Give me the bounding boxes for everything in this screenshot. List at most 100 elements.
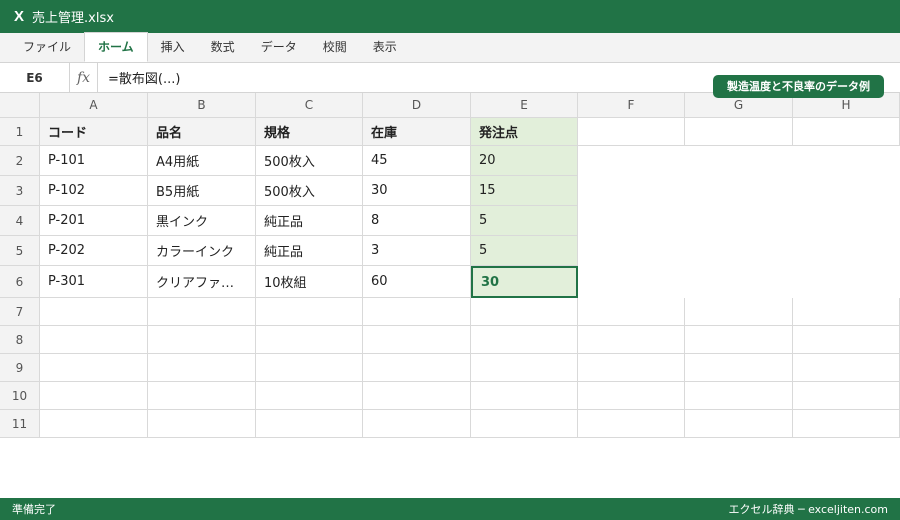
cell-E4[interactable]: 5 xyxy=(471,206,578,236)
cell-A3[interactable]: P-102 xyxy=(40,176,148,206)
cell-A2[interactable]: P-101 xyxy=(40,146,148,176)
cell-D6[interactable]: 60 xyxy=(363,266,471,298)
cell-C4[interactable]: 純正品 xyxy=(256,206,363,236)
row-header-6[interactable]: 6 xyxy=(0,266,40,298)
row-header-7[interactable]: 7 xyxy=(0,298,40,326)
cell-E1[interactable]: 発注点 xyxy=(471,118,578,146)
column-header-F[interactable]: F xyxy=(578,93,685,118)
row-header-4[interactable]: 4 xyxy=(0,206,40,236)
cell-D2[interactable]: 45 xyxy=(363,146,471,176)
column-header-A[interactable]: A xyxy=(40,93,148,118)
cell-H1[interactable] xyxy=(793,118,900,146)
cell-F10[interactable] xyxy=(578,382,685,410)
cell-B10[interactable] xyxy=(148,382,256,410)
cell-A11[interactable] xyxy=(40,410,148,438)
cell-B11[interactable] xyxy=(148,410,256,438)
cell-E6[interactable]: 30 xyxy=(471,266,578,298)
cell-C8[interactable] xyxy=(256,326,363,354)
cell-B5[interactable]: カラーインク xyxy=(148,236,256,266)
row-header-5[interactable]: 5 xyxy=(0,236,40,266)
formula-input[interactable]: =散布図(...) xyxy=(98,68,180,87)
cell-E10[interactable] xyxy=(471,382,578,410)
cell-H11[interactable] xyxy=(793,410,900,438)
cell-C6[interactable]: 10枚組 xyxy=(256,266,363,298)
cell-D5[interactable]: 3 xyxy=(363,236,471,266)
cell-E5[interactable]: 5 xyxy=(471,236,578,266)
cell-E7[interactable] xyxy=(471,298,578,326)
name-box[interactable]: E6 xyxy=(0,63,70,92)
cell-A8[interactable] xyxy=(40,326,148,354)
cell-B8[interactable] xyxy=(148,326,256,354)
cell-G9[interactable] xyxy=(685,354,793,382)
cell-A5[interactable]: P-202 xyxy=(40,236,148,266)
cell-E2[interactable]: 20 xyxy=(471,146,578,176)
cell-E8[interactable] xyxy=(471,326,578,354)
cell-G1[interactable] xyxy=(685,118,793,146)
cell-B9[interactable] xyxy=(148,354,256,382)
cell-A10[interactable] xyxy=(40,382,148,410)
cell-C9[interactable] xyxy=(256,354,363,382)
cell-G11[interactable] xyxy=(685,410,793,438)
cell-H10[interactable] xyxy=(793,382,900,410)
column-header-E[interactable]: E xyxy=(471,93,578,118)
tab-2[interactable]: 挿入 xyxy=(148,33,198,62)
cell-C7[interactable] xyxy=(256,298,363,326)
column-header-B[interactable]: B xyxy=(148,93,256,118)
cell-D9[interactable] xyxy=(363,354,471,382)
cell-E3[interactable]: 15 xyxy=(471,176,578,206)
cell-C11[interactable] xyxy=(256,410,363,438)
tab-3[interactable]: 数式 xyxy=(198,33,248,62)
cell-B7[interactable] xyxy=(148,298,256,326)
cell-D11[interactable] xyxy=(363,410,471,438)
cell-F8[interactable] xyxy=(578,326,685,354)
select-all-corner[interactable] xyxy=(0,93,40,118)
cell-A7[interactable] xyxy=(40,298,148,326)
cell-C1[interactable]: 規格 xyxy=(256,118,363,146)
cell-D8[interactable] xyxy=(363,326,471,354)
cell-B4[interactable]: 黒インク xyxy=(148,206,256,236)
column-header-D[interactable]: D xyxy=(363,93,471,118)
fx-icon[interactable]: fx xyxy=(70,63,98,92)
cell-D10[interactable] xyxy=(363,382,471,410)
row-header-11[interactable]: 11 xyxy=(0,410,40,438)
tab-5[interactable]: 校閲 xyxy=(310,33,360,62)
cell-H9[interactable] xyxy=(793,354,900,382)
tab-1[interactable]: ホーム xyxy=(84,32,148,62)
cell-A1[interactable]: コード xyxy=(40,118,148,146)
row-header-8[interactable]: 8 xyxy=(0,326,40,354)
cell-B2[interactable]: A4用紙 xyxy=(148,146,256,176)
cell-B1[interactable]: 品名 xyxy=(148,118,256,146)
cell-H8[interactable] xyxy=(793,326,900,354)
cell-A6[interactable]: P-301 xyxy=(40,266,148,298)
cell-A9[interactable] xyxy=(40,354,148,382)
row-header-9[interactable]: 9 xyxy=(0,354,40,382)
tab-0[interactable]: ファイル xyxy=(10,33,84,62)
cell-F11[interactable] xyxy=(578,410,685,438)
row-header-3[interactable]: 3 xyxy=(0,176,40,206)
cell-F7[interactable] xyxy=(578,298,685,326)
cell-D1[interactable]: 在庫 xyxy=(363,118,471,146)
tab-6[interactable]: 表示 xyxy=(360,33,410,62)
cell-B3[interactable]: B5用紙 xyxy=(148,176,256,206)
cell-A4[interactable]: P-201 xyxy=(40,206,148,236)
cell-G10[interactable] xyxy=(685,382,793,410)
cell-D4[interactable]: 8 xyxy=(363,206,471,236)
cell-D7[interactable] xyxy=(363,298,471,326)
cell-G7[interactable] xyxy=(685,298,793,326)
cell-F9[interactable] xyxy=(578,354,685,382)
cell-C5[interactable]: 純正品 xyxy=(256,236,363,266)
cell-C2[interactable]: 500枚入 xyxy=(256,146,363,176)
cell-D3[interactable]: 30 xyxy=(363,176,471,206)
cell-F1[interactable] xyxy=(578,118,685,146)
row-header-2[interactable]: 2 xyxy=(0,146,40,176)
cell-E9[interactable] xyxy=(471,354,578,382)
row-header-10[interactable]: 10 xyxy=(0,382,40,410)
cell-E11[interactable] xyxy=(471,410,578,438)
cell-B6[interactable]: クリアファ… xyxy=(148,266,256,298)
tab-4[interactable]: データ xyxy=(248,33,310,62)
cell-C10[interactable] xyxy=(256,382,363,410)
cell-H7[interactable] xyxy=(793,298,900,326)
row-header-1[interactable]: 1 xyxy=(0,118,40,146)
cell-C3[interactable]: 500枚入 xyxy=(256,176,363,206)
column-header-C[interactable]: C xyxy=(256,93,363,118)
